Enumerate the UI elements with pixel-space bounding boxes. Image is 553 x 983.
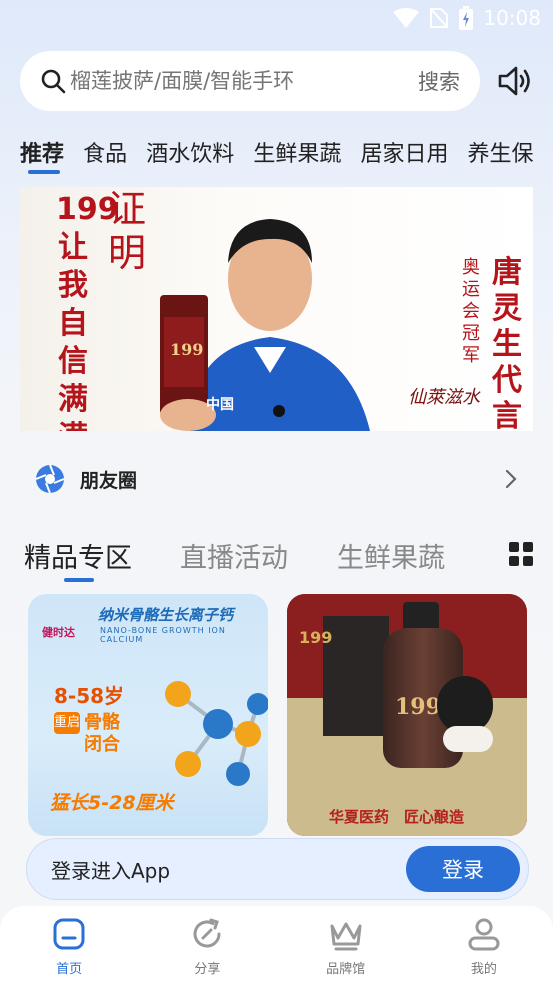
wifi-icon bbox=[393, 8, 420, 28]
card-age-range: 8-58岁 bbox=[54, 684, 125, 708]
product-box-label: 199 bbox=[299, 628, 333, 647]
category-tabs: 推荐 食品 酒水饮料 生鲜果蔬 居家日用 养生保 bbox=[20, 136, 553, 180]
nav-profile[interactable]: 我的 bbox=[415, 906, 553, 983]
card-title: 纳米骨骼生长离子钙 bbox=[98, 606, 234, 624]
card-footer: 华夏医药 匠心酿造 bbox=[329, 808, 465, 826]
nav-home[interactable]: 首页 bbox=[0, 906, 138, 983]
category-tab-fresh[interactable]: 生鲜果蔬 bbox=[253, 136, 341, 168]
banner-slogan-2: 证明 bbox=[107, 187, 146, 275]
login-prompt-bar: 登录进入App 登录 bbox=[26, 838, 529, 900]
bottle-label: 199 bbox=[395, 694, 441, 720]
share-icon bbox=[193, 918, 221, 948]
search-input[interactable] bbox=[70, 69, 410, 93]
aperture-icon bbox=[35, 464, 65, 494]
login-button[interactable]: 登录 bbox=[406, 846, 520, 892]
battery-icon bbox=[459, 6, 474, 30]
carousel-indicator bbox=[273, 405, 285, 417]
category-tab-drinks[interactable]: 酒水饮料 bbox=[146, 136, 234, 168]
category-tab-recommend[interactable]: 推荐 bbox=[20, 136, 64, 168]
status-bar: 10:08 bbox=[0, 0, 553, 38]
nav-home-label: 首页 bbox=[56, 962, 83, 977]
login-prompt-text: 登录进入App bbox=[51, 858, 171, 883]
card-tag: 重启 bbox=[54, 712, 80, 734]
category-tab-health[interactable]: 养生保 bbox=[468, 136, 534, 168]
product-card-calcium[interactable]: 健时达 纳米骨骼生长离子钙 NANO-BONE GROWTH ION CALCI… bbox=[28, 594, 268, 836]
nav-profile-label: 我的 bbox=[470, 962, 497, 977]
card-brand: 健时达 bbox=[42, 626, 75, 639]
search-row: 搜索 bbox=[20, 51, 533, 111]
banner-title-big: 唐灵生代言 bbox=[492, 255, 522, 431]
profile-icon bbox=[468, 918, 500, 951]
search-button[interactable]: 搜索 bbox=[418, 66, 460, 96]
product-card-199[interactable]: 199 199 华夏医药 匠心酿造 bbox=[287, 594, 527, 836]
nav-brand-hall[interactable]: 品牌馆 bbox=[277, 906, 415, 983]
product-label: 199 bbox=[170, 340, 203, 359]
category-tab-home[interactable]: 居家日用 bbox=[360, 136, 448, 168]
promo-banner[interactable]: 199让我自信满满 证明 中国 199 奥运会冠军 唐灵生代言 仙萊滋水 bbox=[20, 187, 533, 431]
section-tab-live[interactable]: 直播活动 bbox=[180, 536, 288, 575]
product-box-image bbox=[323, 616, 389, 736]
section-tab-premium[interactable]: 精品专区 bbox=[24, 536, 132, 575]
banner-slogan: 199让我自信满满 bbox=[56, 192, 119, 431]
speaker-icon[interactable] bbox=[497, 65, 533, 97]
section-tab-indicator bbox=[64, 578, 94, 582]
status-time: 10:08 bbox=[483, 6, 541, 30]
moments-entry[interactable]: 朋友圈 bbox=[20, 446, 533, 512]
no-sim-icon bbox=[429, 7, 450, 29]
chevron-right-icon bbox=[505, 469, 517, 489]
grid-view-icon[interactable] bbox=[509, 542, 533, 566]
moments-label: 朋友圈 bbox=[80, 469, 138, 492]
section-tab-fresh[interactable]: 生鲜果蔬 bbox=[337, 536, 445, 575]
search-box[interactable]: 搜索 bbox=[20, 51, 480, 111]
banner-title-small: 奥运会冠军 bbox=[462, 257, 480, 366]
nav-share[interactable]: 分享 bbox=[138, 906, 276, 983]
home-icon bbox=[53, 918, 85, 950]
section-tabs: 精品专区 直播活动 生鲜果蔬 bbox=[24, 536, 533, 586]
crown-icon bbox=[330, 922, 362, 951]
card-bone-text: 骨骼闭合 bbox=[84, 712, 120, 755]
search-icon bbox=[41, 69, 66, 94]
bird-ornament-image bbox=[443, 726, 493, 752]
molecule-image bbox=[165, 681, 268, 786]
category-tab-indicator bbox=[28, 170, 60, 174]
banner-brand: 仙萊滋水 bbox=[408, 387, 480, 408]
category-tab-food[interactable]: 食品 bbox=[83, 136, 127, 168]
card-growth-text: 猛长5-28厘米 bbox=[50, 792, 174, 814]
card-subtitle: NANO-BONE GROWTH ION CALCIUM bbox=[100, 626, 226, 644]
shirt-text: 中国 bbox=[206, 396, 234, 413]
spokesperson-image: 中国 199 bbox=[160, 219, 370, 431]
nav-share-label: 分享 bbox=[194, 962, 221, 977]
status-icons: 10:08 bbox=[393, 6, 541, 30]
nav-brand-hall-label: 品牌馆 bbox=[326, 962, 366, 977]
bottom-navigation: 首页 分享 品牌馆 我的 bbox=[0, 906, 553, 983]
